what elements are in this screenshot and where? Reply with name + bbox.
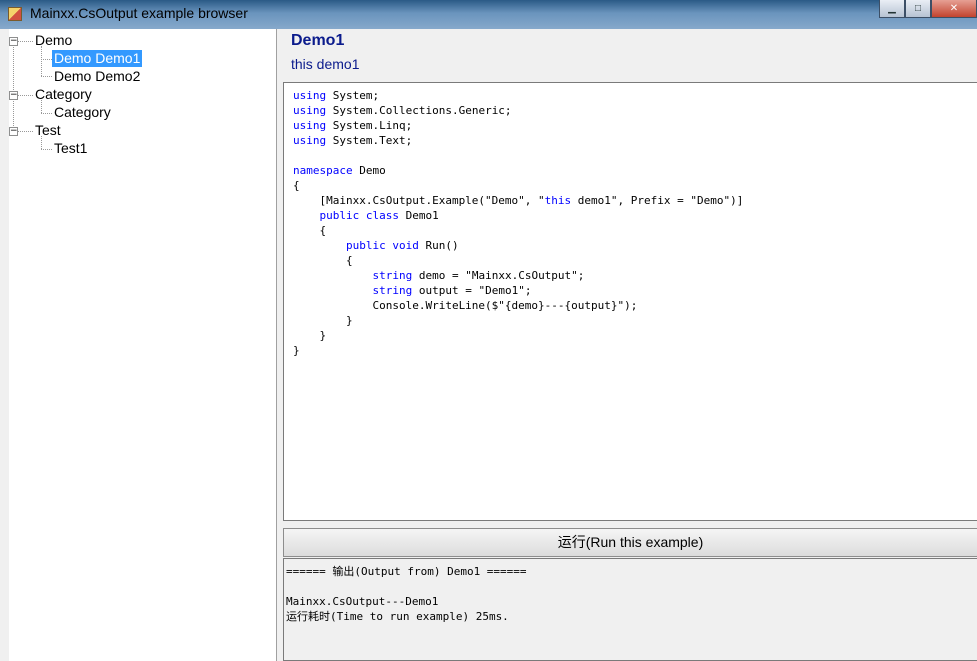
window-title: Mainxx.CsOutput example browser — [30, 5, 248, 21]
code-line: using System; — [293, 89, 380, 102]
code-line: string demo = "Mainxx.CsOutput"; — [372, 269, 585, 282]
code-line: } — [293, 344, 300, 357]
example-description: this demo1 — [291, 56, 360, 72]
tree-line — [13, 45, 14, 132]
window-controls: ▁ □ ✕ — [879, 0, 977, 20]
code-keyword: using — [293, 119, 327, 132]
output-text: ====== 输出(Output from) Demo1 ====== Main… — [284, 559, 977, 629]
code-line: public void Run() — [345, 239, 459, 252]
output-line: Mainxx.CsOutput---Demo1 — [286, 595, 439, 608]
code-line: { — [293, 254, 353, 267]
code-line: using System.Linq; — [293, 119, 413, 132]
code-viewer[interactable]: using System; using System.Collections.G… — [283, 82, 977, 521]
tree-line — [17, 131, 33, 132]
code-line: { — [293, 179, 300, 192]
run-example-button[interactable]: 运行(Run this example) — [283, 528, 977, 557]
tree-node-test1[interactable]: Test1 — [52, 140, 89, 157]
code-line: } — [293, 329, 327, 342]
code-line: Console.WriteLine($"{demo}---{output}"); — [293, 299, 638, 312]
tree-line — [41, 149, 52, 150]
code-keyword: using — [293, 104, 327, 117]
code-line: using System.Text; — [293, 134, 413, 147]
tree-node-category[interactable]: Category — [33, 86, 94, 103]
code-keyword: string — [372, 284, 413, 297]
code-text: using System; using System.Collections.G… — [284, 83, 977, 363]
code-keyword: using — [293, 89, 327, 102]
code-line: public class Demo1 — [319, 209, 439, 222]
code-line: } — [293, 314, 353, 327]
tree-node-demo[interactable]: Demo — [33, 32, 74, 49]
collapse-icon[interactable]: − — [9, 91, 18, 100]
maximize-button[interactable]: □ — [905, 0, 931, 18]
tree-node-category-child[interactable]: Category — [52, 104, 113, 121]
code-line: [Mainxx.CsOutput.Example("Demo", "this d… — [293, 194, 744, 207]
minimize-button[interactable]: ▁ — [879, 0, 905, 18]
code-keyword: using — [293, 134, 327, 147]
app-icon — [8, 7, 22, 21]
output-panel[interactable]: ====== 输出(Output from) Demo1 ====== Main… — [283, 558, 977, 661]
code-keyword: namespace — [293, 164, 353, 177]
tree-node-demo-demo1[interactable]: Demo Demo1 — [52, 50, 143, 67]
code-line: { — [293, 224, 327, 237]
code-keyword: public class — [319, 209, 399, 222]
tree-node-test[interactable]: Test — [33, 122, 63, 139]
code-keyword: this — [544, 194, 572, 207]
example-title: Demo1 — [291, 32, 345, 49]
collapse-icon[interactable]: − — [9, 127, 18, 136]
tree-line — [41, 76, 52, 77]
code-line: string output = "Demo1"; — [372, 284, 532, 297]
tree-line — [41, 113, 52, 114]
tree-line — [41, 46, 42, 76]
tree-line — [17, 95, 33, 96]
code-keyword: public void — [345, 239, 419, 252]
output-line: 运行耗时(Time to run example) 25ms. — [286, 610, 509, 623]
code-line: using System.Collections.Generic; — [293, 104, 512, 117]
example-tree[interactable]: − − − Demo Demo Demo1 Demo Demo2 Categor… — [9, 29, 277, 661]
title-bar: Mainxx.CsOutput example browser ▁ □ ✕ — [0, 0, 977, 29]
output-line: ====== 输出(Output from) Demo1 ====== — [286, 565, 527, 578]
code-keyword: string — [372, 269, 413, 282]
code-line: namespace Demo — [293, 164, 386, 177]
tree-node-demo-demo2[interactable]: Demo Demo2 — [52, 68, 142, 85]
close-button[interactable]: ✕ — [931, 0, 977, 18]
tree-line — [17, 41, 33, 42]
collapse-icon[interactable]: − — [9, 37, 18, 46]
tree-line — [41, 59, 52, 60]
